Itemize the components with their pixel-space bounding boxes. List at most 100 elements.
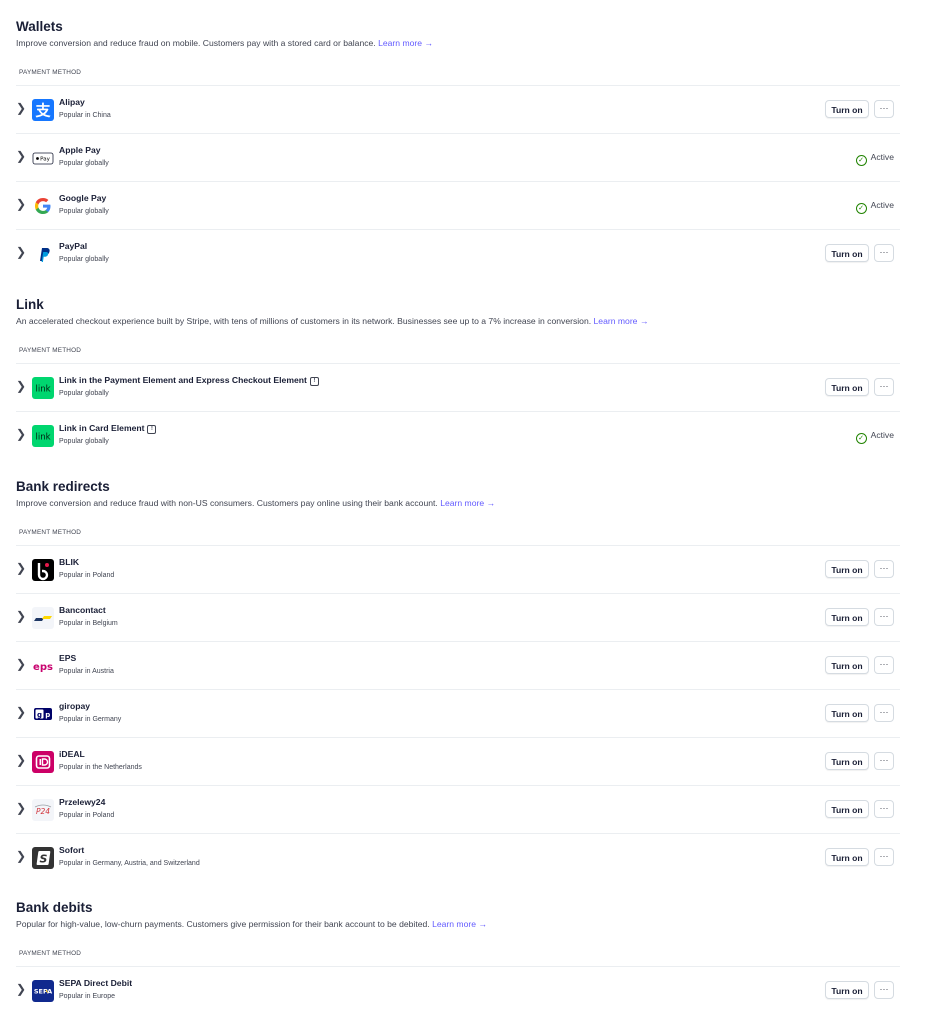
more-options-button[interactable]: ··· bbox=[874, 378, 894, 396]
payment-method-row-przelewy24[interactable]: ❯ P24 Przelewy24 Popular in Poland Turn … bbox=[16, 786, 900, 834]
payment-method-subtitle: Popular in the Netherlands bbox=[59, 764, 142, 771]
payment-method-subtitle: Popular in Germany, Austria, and Switzer… bbox=[59, 860, 200, 867]
svg-text:P24: P24 bbox=[36, 807, 50, 816]
section-description: An accelerated checkout experience built… bbox=[16, 316, 649, 326]
section-description: Improve conversion and reduce fraud with… bbox=[16, 498, 496, 508]
turn-on-button[interactable]: Turn on bbox=[825, 100, 869, 118]
apple-pay-logo: Pay bbox=[32, 147, 54, 169]
giropay-logo: gp bbox=[32, 703, 54, 725]
check-circle-icon: ✓ bbox=[855, 203, 867, 214]
svg-text:g: g bbox=[37, 711, 42, 719]
payment-method-subtitle: Popular in Poland bbox=[59, 572, 115, 579]
payment-method-subtitle: Popular in Europe bbox=[59, 993, 116, 1000]
payment-method-subtitle: Popular globally bbox=[59, 160, 109, 167]
payment-method-subtitle: Popular in Germany bbox=[59, 716, 122, 723]
payment-method-subtitle: Popular globally bbox=[59, 256, 109, 263]
bancontact-logo bbox=[32, 607, 54, 629]
payment-method-name: Apple Pay bbox=[59, 145, 101, 155]
link-logo: link bbox=[32, 377, 54, 399]
payment-method-name: Link in the Payment Element and Express … bbox=[59, 375, 319, 386]
column-header: PAYMENT METHOD bbox=[19, 347, 82, 354]
more-options-button[interactable]: ··· bbox=[874, 100, 894, 118]
chevron-right-icon[interactable]: ❯ bbox=[16, 561, 26, 575]
payment-method-name: SEPA Direct Debit bbox=[59, 978, 133, 988]
chevron-right-icon[interactable]: ❯ bbox=[16, 982, 26, 996]
chevron-right-icon[interactable]: ❯ bbox=[16, 801, 26, 815]
google-logo bbox=[32, 195, 54, 217]
section-link: Link An accelerated checkout experience … bbox=[16, 296, 900, 447]
svg-text:支: 支 bbox=[34, 102, 51, 120]
chevron-right-icon[interactable]: ❯ bbox=[16, 427, 26, 441]
more-options-button[interactable]: ··· bbox=[874, 608, 894, 626]
column-header: PAYMENT METHOD bbox=[19, 529, 82, 536]
payment-method-row-ideal[interactable]: ❯ iDEAL Popular in the Netherlands Turn … bbox=[16, 738, 900, 786]
turn-on-button[interactable]: Turn on bbox=[825, 560, 869, 578]
payment-method-name: Sofort bbox=[59, 845, 85, 855]
chevron-right-icon[interactable]: ❯ bbox=[16, 149, 26, 163]
learn-more-link[interactable]: Learn more → bbox=[378, 38, 433, 48]
payment-method-row-giropay[interactable]: ❯ gp giropay Popular in Germany Turn on … bbox=[16, 690, 900, 738]
chevron-right-icon[interactable]: ❯ bbox=[16, 849, 26, 863]
turn-on-button[interactable]: Turn on bbox=[825, 656, 869, 674]
chevron-right-icon[interactable]: ❯ bbox=[16, 379, 26, 393]
payment-method-row-link-payment-element[interactable]: ❯ link Link in the Payment Element and E… bbox=[16, 364, 900, 412]
sepa-logo: SEPA bbox=[32, 980, 54, 1002]
svg-text:link: link bbox=[35, 385, 50, 395]
chevron-right-icon[interactable]: ❯ bbox=[16, 245, 26, 259]
payment-method-row-blik[interactable]: ❯ BLIK Popular in Poland Turn on ··· bbox=[16, 546, 900, 594]
info-icon[interactable]: ! bbox=[147, 425, 157, 434]
learn-more-link[interactable]: Learn more → bbox=[594, 316, 649, 326]
learn-more-link[interactable]: Learn more → bbox=[440, 498, 495, 508]
payment-method-row-bancontact[interactable]: ❯ Bancontact Popular in Belgium Turn on … bbox=[16, 594, 900, 642]
more-options-button[interactable]: ··· bbox=[874, 848, 894, 866]
payment-method-row-alipay[interactable]: ❯ 支 Alipay Popular in China Turn on ··· bbox=[16, 86, 900, 134]
info-icon[interactable]: ! bbox=[309, 377, 319, 386]
more-options-button[interactable]: ··· bbox=[874, 800, 894, 818]
payment-method-name: EPS bbox=[59, 653, 77, 663]
section-title: Bank redirects bbox=[16, 479, 110, 494]
section-description: Improve conversion and reduce fraud on m… bbox=[16, 38, 434, 48]
paypal-logo bbox=[32, 243, 54, 265]
turn-on-button[interactable]: Turn on bbox=[825, 981, 869, 999]
chevron-right-icon[interactable]: ❯ bbox=[16, 197, 26, 211]
payment-method-row-sepa[interactable]: ❯ SEPA SEPA Direct Debit Popular in Euro… bbox=[16, 967, 900, 1015]
column-header: PAYMENT METHOD bbox=[19, 69, 82, 76]
turn-on-button[interactable]: Turn on bbox=[825, 244, 869, 262]
learn-more-link[interactable]: Learn more → bbox=[432, 919, 487, 929]
column-header: PAYMENT METHOD bbox=[19, 950, 82, 957]
more-options-button[interactable]: ··· bbox=[874, 752, 894, 770]
turn-on-button[interactable]: Turn on bbox=[825, 848, 869, 866]
section-bank-redirects: Bank redirects Improve conversion and re… bbox=[16, 478, 900, 869]
turn-on-button[interactable]: Turn on bbox=[825, 608, 869, 626]
more-options-button[interactable]: ··· bbox=[874, 244, 894, 262]
svg-text:link: link bbox=[35, 433, 50, 443]
chevron-right-icon[interactable]: ❯ bbox=[16, 705, 26, 719]
payment-method-row-sofort[interactable]: ❯ S Sofort Popular in Germany, Austria, … bbox=[16, 834, 900, 882]
chevron-right-icon[interactable]: ❯ bbox=[16, 609, 26, 623]
alipay-logo: 支 bbox=[32, 99, 54, 121]
payment-method-subtitle: Popular in China bbox=[59, 112, 111, 119]
section-title: Bank debits bbox=[16, 900, 93, 915]
payment-method-row-paypal[interactable]: ❯ PayPal Popular globally Turn on ··· bbox=[16, 230, 900, 278]
payment-method-name: iDEAL bbox=[59, 749, 85, 759]
blik-logo bbox=[32, 559, 54, 581]
payment-method-row-apple-pay[interactable]: ❯ Pay Apple Pay Popular globally ✓ Active bbox=[16, 134, 900, 182]
more-options-button[interactable]: ··· bbox=[874, 704, 894, 722]
chevron-right-icon[interactable]: ❯ bbox=[16, 657, 26, 671]
svg-text:S: S bbox=[40, 853, 48, 866]
turn-on-button[interactable]: Turn on bbox=[825, 752, 869, 770]
more-options-button[interactable]: ··· bbox=[874, 560, 894, 578]
more-options-button[interactable]: ··· bbox=[874, 981, 894, 999]
payment-method-row-link-card-element[interactable]: ❯ link Link in Card Element! Popular glo… bbox=[16, 412, 900, 460]
turn-on-button[interactable]: Turn on bbox=[825, 800, 869, 818]
payment-method-row-eps[interactable]: ❯ eps EPS Popular in Austria Turn on ··· bbox=[16, 642, 900, 690]
chevron-right-icon[interactable]: ❯ bbox=[16, 101, 26, 115]
turn-on-button[interactable]: Turn on bbox=[825, 704, 869, 722]
turn-on-button[interactable]: Turn on bbox=[825, 378, 869, 396]
payment-method-subtitle: Popular globally bbox=[59, 390, 109, 397]
payment-method-subtitle: Popular in Austria bbox=[59, 668, 114, 675]
chevron-right-icon[interactable]: ❯ bbox=[16, 753, 26, 767]
payment-method-row-google-pay[interactable]: ❯ Google Pay Popular globally ✓ Active bbox=[16, 182, 900, 230]
more-options-button[interactable]: ··· bbox=[874, 656, 894, 674]
active-status: ✓ Active bbox=[855, 430, 894, 444]
